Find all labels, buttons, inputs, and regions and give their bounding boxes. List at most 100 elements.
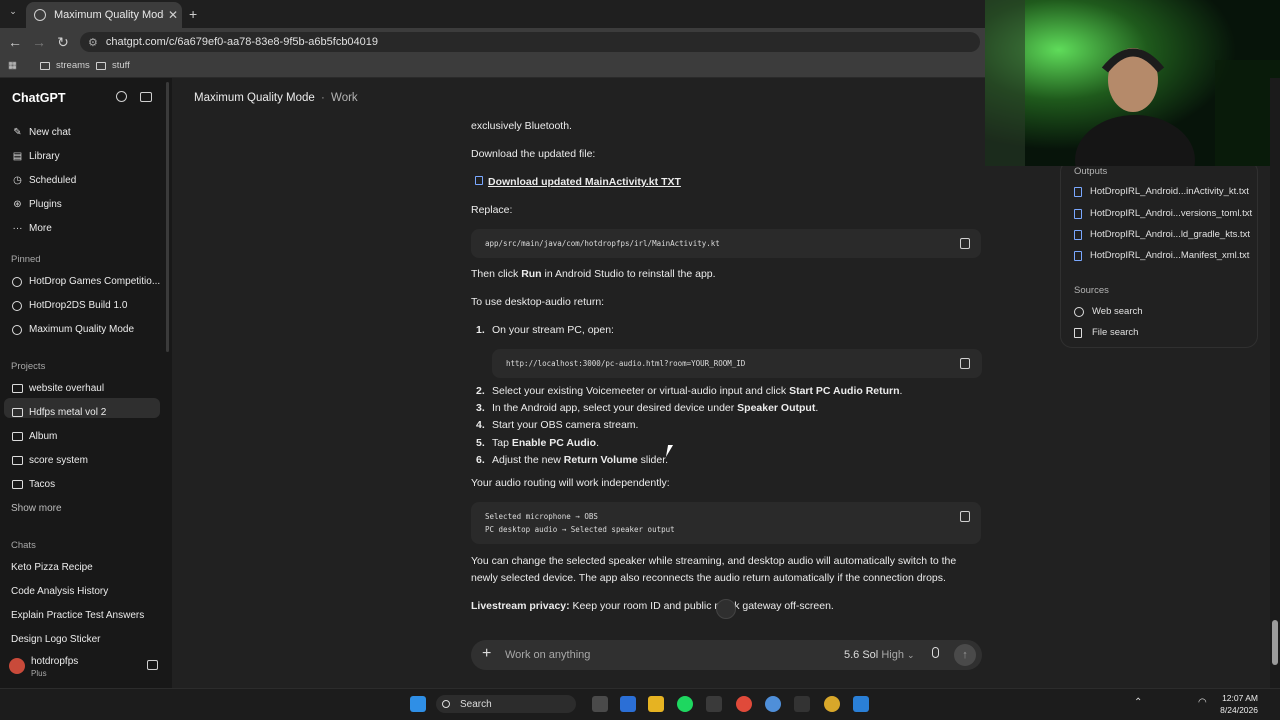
chevron-down-icon: ⌄ — [907, 650, 915, 660]
search-icon[interactable] — [116, 91, 127, 102]
brand-title[interactable]: ChatGPT — [12, 91, 65, 105]
model-selector[interactable]: 5.6 Sol High ⌄ — [844, 649, 915, 661]
chat-item[interactable]: Explain Practice Test Answers — [11, 610, 144, 621]
pinned-item[interactable]: Maximum Quality Mode — [12, 324, 134, 335]
scrollbar-thumb[interactable] — [1272, 620, 1278, 665]
tab-favicon-icon — [34, 9, 46, 21]
apps-icon[interactable]: ▦ — [8, 60, 17, 71]
clock-time[interactable]: 12:07 AM — [1212, 693, 1258, 703]
copy-icon[interactable] — [960, 238, 970, 249]
chat-item[interactable]: Design Logo Sticker — [11, 634, 101, 645]
task-view-icon[interactable] — [592, 696, 608, 712]
file-explorer-icon[interactable] — [648, 696, 664, 712]
sidebar-toggle-icon[interactable] — [140, 92, 152, 102]
source-web-search[interactable]: Web search — [1074, 306, 1143, 317]
chrome-active-icon[interactable] — [824, 696, 840, 712]
message-text: To use desktop-audio return: — [471, 296, 605, 308]
code-text: PC desktop audio → Selected speaker outp… — [485, 525, 675, 534]
windows-start-icon[interactable] — [410, 696, 426, 712]
copy-icon[interactable] — [960, 358, 970, 369]
android-studio-icon[interactable] — [765, 696, 781, 712]
project-item[interactable]: Album — [12, 431, 57, 442]
folder-icon — [12, 480, 23, 489]
folder-icon — [12, 432, 23, 441]
code-text: http://localhost:3000/pc-audio.html?room… — [506, 359, 746, 368]
output-file[interactable]: HotDropIRL_Androi...Manifest_xml.txt — [1074, 250, 1249, 261]
output-file[interactable]: HotDropIRL_Android...inActivity_kt.txt — [1074, 186, 1249, 197]
output-file[interactable]: HotDropIRL_Androi...versions_toml.txt — [1074, 208, 1252, 219]
pencil-icon: ✎ — [13, 127, 22, 138]
sidebar-item-new-chat[interactable]: ✎ New chat — [12, 127, 70, 138]
message-text: Then click Run in Android Studio to rein… — [471, 268, 716, 280]
download-link[interactable]: Download updated MainActivity.kt TXT — [471, 176, 681, 188]
address-bar[interactable]: ⚙ chatgpt.com/c/6a679ef0-aa78-83e8-9f5b-… — [80, 32, 980, 52]
bookmark-streams[interactable]: streams — [40, 60, 90, 71]
close-tab-icon[interactable]: ✕ — [164, 8, 182, 22]
url-text: chatgpt.com/c/6a679ef0-aa78-83e8-9f5b-a6… — [105, 36, 379, 48]
notepad-icon[interactable] — [620, 696, 636, 712]
prompt-input[interactable]: Work on anything — [505, 649, 590, 661]
send-button[interactable]: ↑ — [954, 644, 976, 666]
sidebar-item-library[interactable]: ▤ Library — [12, 151, 60, 162]
sidebar-item-scheduled[interactable]: ◷ Scheduled — [12, 175, 76, 186]
sidebar-scrollbar[interactable] — [166, 82, 169, 352]
project-label[interactable]: Work — [331, 92, 358, 104]
folder-icon — [12, 456, 23, 465]
clock-date[interactable]: 8/24/2026 — [1206, 705, 1258, 715]
bookmark-stuff[interactable]: stuff — [96, 60, 130, 71]
back-icon[interactable]: ← — [6, 33, 24, 51]
vscode-icon[interactable] — [853, 696, 869, 712]
sidebar-item-more[interactable]: ··· More — [12, 223, 52, 234]
chat-item[interactable]: Keto Pizza Recipe — [11, 562, 93, 573]
user-name[interactable]: hotdropfps — [31, 656, 78, 667]
chat-item[interactable]: Code Analysis History — [11, 586, 108, 597]
file-icon — [475, 176, 483, 185]
code-block: http://localhost:3000/pc-audio.html?room… — [492, 349, 982, 378]
list-item: On your stream PC, open: — [492, 324, 614, 336]
list-number: 5. — [476, 437, 485, 449]
site-info-icon[interactable]: ⚙ — [88, 36, 98, 49]
hud-app-icon[interactable] — [706, 696, 722, 712]
copy-icon[interactable] — [960, 511, 970, 522]
add-attachment-button[interactable]: + — [482, 645, 491, 663]
more-icon: ··· — [12, 223, 23, 234]
user-avatar[interactable] — [9, 658, 25, 674]
pinned-item[interactable]: HotDrop Games Competitio... — [12, 276, 160, 287]
sidebar-item-plugins[interactable]: ⊛ Plugins — [12, 199, 62, 210]
new-tab-button[interactable]: + — [189, 6, 197, 22]
microphone-icon[interactable] — [932, 647, 939, 658]
forward-icon[interactable]: → — [30, 33, 48, 51]
list-number: 4. — [476, 419, 485, 431]
webcam-image — [985, 0, 1280, 166]
search-icon — [442, 700, 450, 708]
project-item[interactable]: score system — [12, 455, 88, 466]
list-item: Tap Enable PC Audio. — [492, 437, 599, 449]
project-item[interactable]: Tacos — [12, 479, 55, 490]
inbox-icon[interactable] — [147, 660, 158, 670]
browser-tab[interactable]: Maximum Quality Mode ✕ — [26, 2, 182, 28]
tray-chevron-icon[interactable]: ⌃ — [1134, 697, 1142, 708]
reload-icon[interactable]: ↻ — [54, 33, 72, 51]
pinned-heading: Pinned — [11, 254, 41, 265]
message-text: Your audio routing will work independent… — [471, 477, 670, 489]
project-item[interactable]: Hdfps metal vol 2 — [12, 407, 106, 418]
scroll-down-button[interactable] — [716, 599, 736, 619]
message-text: exclusively Bluetooth. — [471, 120, 572, 132]
spotify-icon[interactable] — [677, 696, 693, 712]
file-icon — [1074, 186, 1082, 197]
page-title[interactable]: Maximum Quality Mode — [194, 92, 315, 104]
output-file[interactable]: HotDropIRL_Androi...ld_gradle_kts.txt — [1074, 229, 1250, 240]
project-item[interactable]: website overhaul — [12, 383, 104, 394]
source-file-search[interactable]: File search — [1074, 327, 1138, 338]
chrome-icon[interactable] — [736, 696, 752, 712]
tab-search-icon[interactable]: ⌄ — [6, 6, 20, 20]
list-number: 3. — [476, 402, 485, 414]
pinned-item[interactable]: HotDrop2DS Build 1.0 — [12, 300, 127, 311]
list-item: Select your existing Voicemeeter or virt… — [492, 385, 903, 397]
main-scrollbar[interactable] — [1270, 78, 1280, 688]
windows-taskbar — [0, 688, 1280, 720]
show-more-link[interactable]: Show more — [11, 503, 62, 514]
taskbar-search[interactable]: Search — [436, 695, 576, 713]
terminal-icon[interactable] — [794, 696, 810, 712]
list-item: Start your OBS camera stream. — [492, 419, 639, 431]
